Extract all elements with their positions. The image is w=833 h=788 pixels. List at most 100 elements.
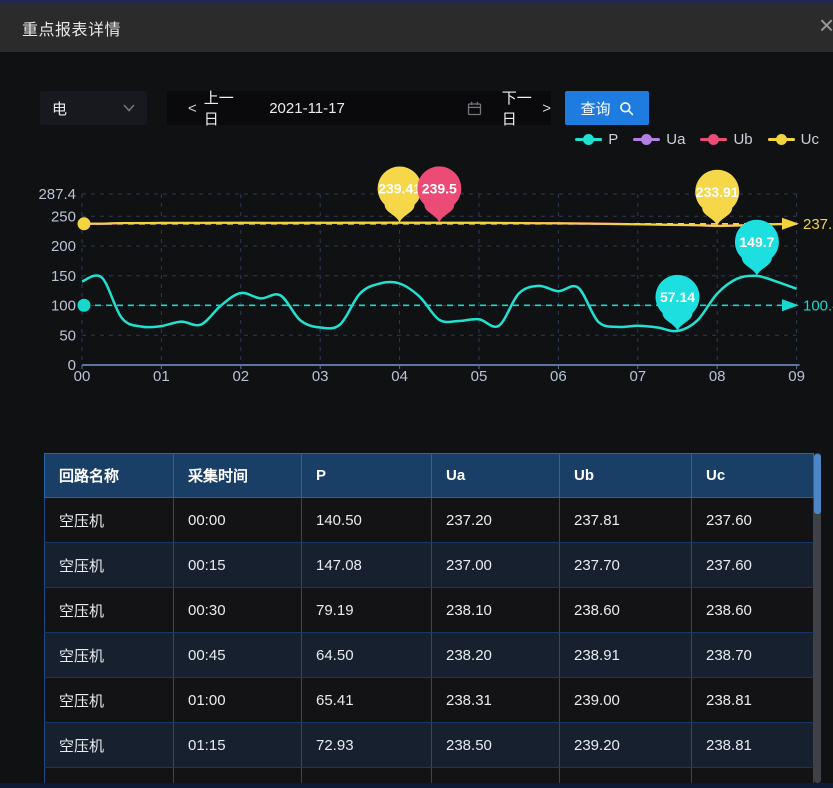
markline-start-dot (78, 217, 91, 230)
close-icon[interactable]: × (819, 10, 833, 40)
table-cell: 00:15 (174, 543, 302, 588)
table-cell: 238.60 (560, 588, 692, 633)
x-tick-label: 05 (471, 368, 488, 385)
x-tick-label: 00 (74, 368, 91, 385)
y-tick-label: 50 (59, 327, 76, 344)
table-cell: 238.10 (432, 588, 560, 633)
x-tick-label: 04 (391, 368, 408, 385)
table-row-partial (45, 768, 814, 784)
table-cell: 64.50 (302, 633, 432, 678)
query-label: 查询 (580, 98, 610, 119)
table-cell: 空压机 (45, 723, 174, 768)
prev-day-button[interactable]: < 上一日 (188, 87, 237, 129)
y-tick-label: 150 (51, 268, 76, 285)
markpoint-pin-ub-max: 239.5 (417, 166, 461, 222)
markline-arrow (782, 299, 799, 311)
table-header: 回路名称采集时间PUaUbUc (45, 454, 814, 498)
column-header-uc: Uc (692, 454, 814, 498)
table-cell: 237.70 (560, 543, 692, 588)
legend-item-p[interactable]: P (575, 131, 618, 148)
table-cell: 237.20 (432, 498, 560, 543)
date-nav-bar: < 上一日 2021-11-17 下一日 > (167, 91, 551, 125)
table-cell: 238.50 (432, 723, 560, 768)
table-row: 空压机00:4564.50238.20238.91238.70 (45, 633, 814, 678)
report-detail-modal: 重点报表详情 × 电 < 上一日 2021-11-17 下一日 > 查询 (0, 0, 833, 788)
table-cell: 空压机 (45, 678, 174, 723)
column-header-ua: Ua (432, 454, 560, 498)
search-icon (619, 101, 634, 116)
table-cell: 空压机 (45, 588, 174, 633)
table-cell (560, 768, 692, 784)
chevron-down-icon (123, 104, 135, 112)
column-header-ub: Ub (560, 454, 692, 498)
chart-legend: P Ua Ub Uc (575, 131, 819, 148)
column-header-: 回路名称 (45, 454, 174, 498)
table-cell: 65.41 (302, 678, 432, 723)
legend-marker-icon (633, 134, 660, 145)
x-tick-label: 01 (153, 368, 170, 385)
table-cell: 237.60 (692, 543, 814, 588)
report-table-wrap: 回路名称采集时间PUaUbUc 空压机00:00140.50237.20237.… (44, 453, 823, 783)
chevron-right-icon: > (542, 100, 551, 117)
table-cell: 00:00 (174, 498, 302, 543)
table-cell: 空压机 (45, 633, 174, 678)
pin-value-label: 233.91 (696, 184, 739, 200)
x-tick-label: 08 (709, 368, 726, 385)
table-row: 空压机01:1572.93238.50239.20238.81 (45, 723, 814, 768)
circuit-type-select[interactable]: 电 (40, 91, 147, 125)
table-cell: 238.81 (692, 723, 814, 768)
markpoint-pin-uc-max: 239.41 (378, 167, 422, 223)
column-header-p: P (302, 454, 432, 498)
scrollbar-thumb[interactable] (814, 454, 821, 514)
table-row: 空压机00:3079.19238.10238.60238.60 (45, 588, 814, 633)
pin-value-label: 239.5 (422, 181, 457, 197)
column-header-: 采集时间 (174, 454, 302, 498)
table-cell: 239.20 (560, 723, 692, 768)
y-tick-label: 287.4 (38, 186, 76, 203)
legend-marker-icon (700, 134, 727, 145)
pin-value-label: 57.14 (660, 289, 695, 305)
calendar-icon[interactable] (467, 101, 482, 116)
legend-label: Ua (666, 131, 685, 148)
x-tick-label: 09 (788, 368, 805, 385)
line-chart[interactable]: 00010203040506070809050100150200250287.4… (30, 165, 833, 400)
next-day-button[interactable]: 下一日 > (502, 87, 551, 129)
x-tick-label: 03 (312, 368, 329, 385)
table-cell (302, 768, 432, 784)
legend-item-uc[interactable]: Uc (768, 131, 819, 148)
table-cell: 79.19 (302, 588, 432, 633)
legend-label: P (608, 131, 618, 148)
next-day-label: 下一日 (502, 87, 535, 129)
table-cell: 空压机 (45, 543, 174, 588)
table-cell: 239.00 (560, 678, 692, 723)
table-row: 空压机01:0065.41238.31239.00238.81 (45, 678, 814, 723)
y-tick-label: 100 (51, 298, 76, 315)
select-value: 电 (52, 98, 67, 119)
table-cell: 238.31 (432, 678, 560, 723)
y-tick-label: 0 (68, 357, 76, 374)
table-cell (432, 768, 560, 784)
chevron-left-icon: < (188, 100, 197, 117)
table-cell: 238.20 (432, 633, 560, 678)
table-cell: 238.81 (692, 678, 814, 723)
table-row: 空压机00:15147.08237.00237.70237.60 (45, 543, 814, 588)
table-cell: 140.50 (302, 498, 432, 543)
markline-arrow (782, 218, 799, 230)
prev-day-label: 上一日 (204, 87, 237, 129)
markline-value-label: 100.4 (803, 297, 833, 314)
markline-value-label: 237.3 (803, 216, 833, 233)
y-tick-label: 200 (51, 238, 76, 255)
date-input[interactable]: 2021-11-17 (269, 100, 365, 117)
markpoint-pin-p-max: 149.7 (735, 220, 779, 276)
table-cell: 147.08 (302, 543, 432, 588)
page-title: 重点报表详情 (22, 16, 121, 40)
legend-item-ub[interactable]: Ub (700, 131, 752, 148)
table-scrollbar (813, 453, 822, 783)
table-cell: 238.70 (692, 633, 814, 678)
query-button[interactable]: 查询 (565, 91, 649, 125)
table-cell: 00:45 (174, 633, 302, 678)
table-cell: 01:00 (174, 678, 302, 723)
modal-titlebar: 重点报表详情 (0, 3, 833, 52)
legend-item-ua[interactable]: Ua (633, 131, 685, 148)
report-table: 回路名称采集时间PUaUbUc 空压机00:00140.50237.20237.… (44, 453, 814, 783)
